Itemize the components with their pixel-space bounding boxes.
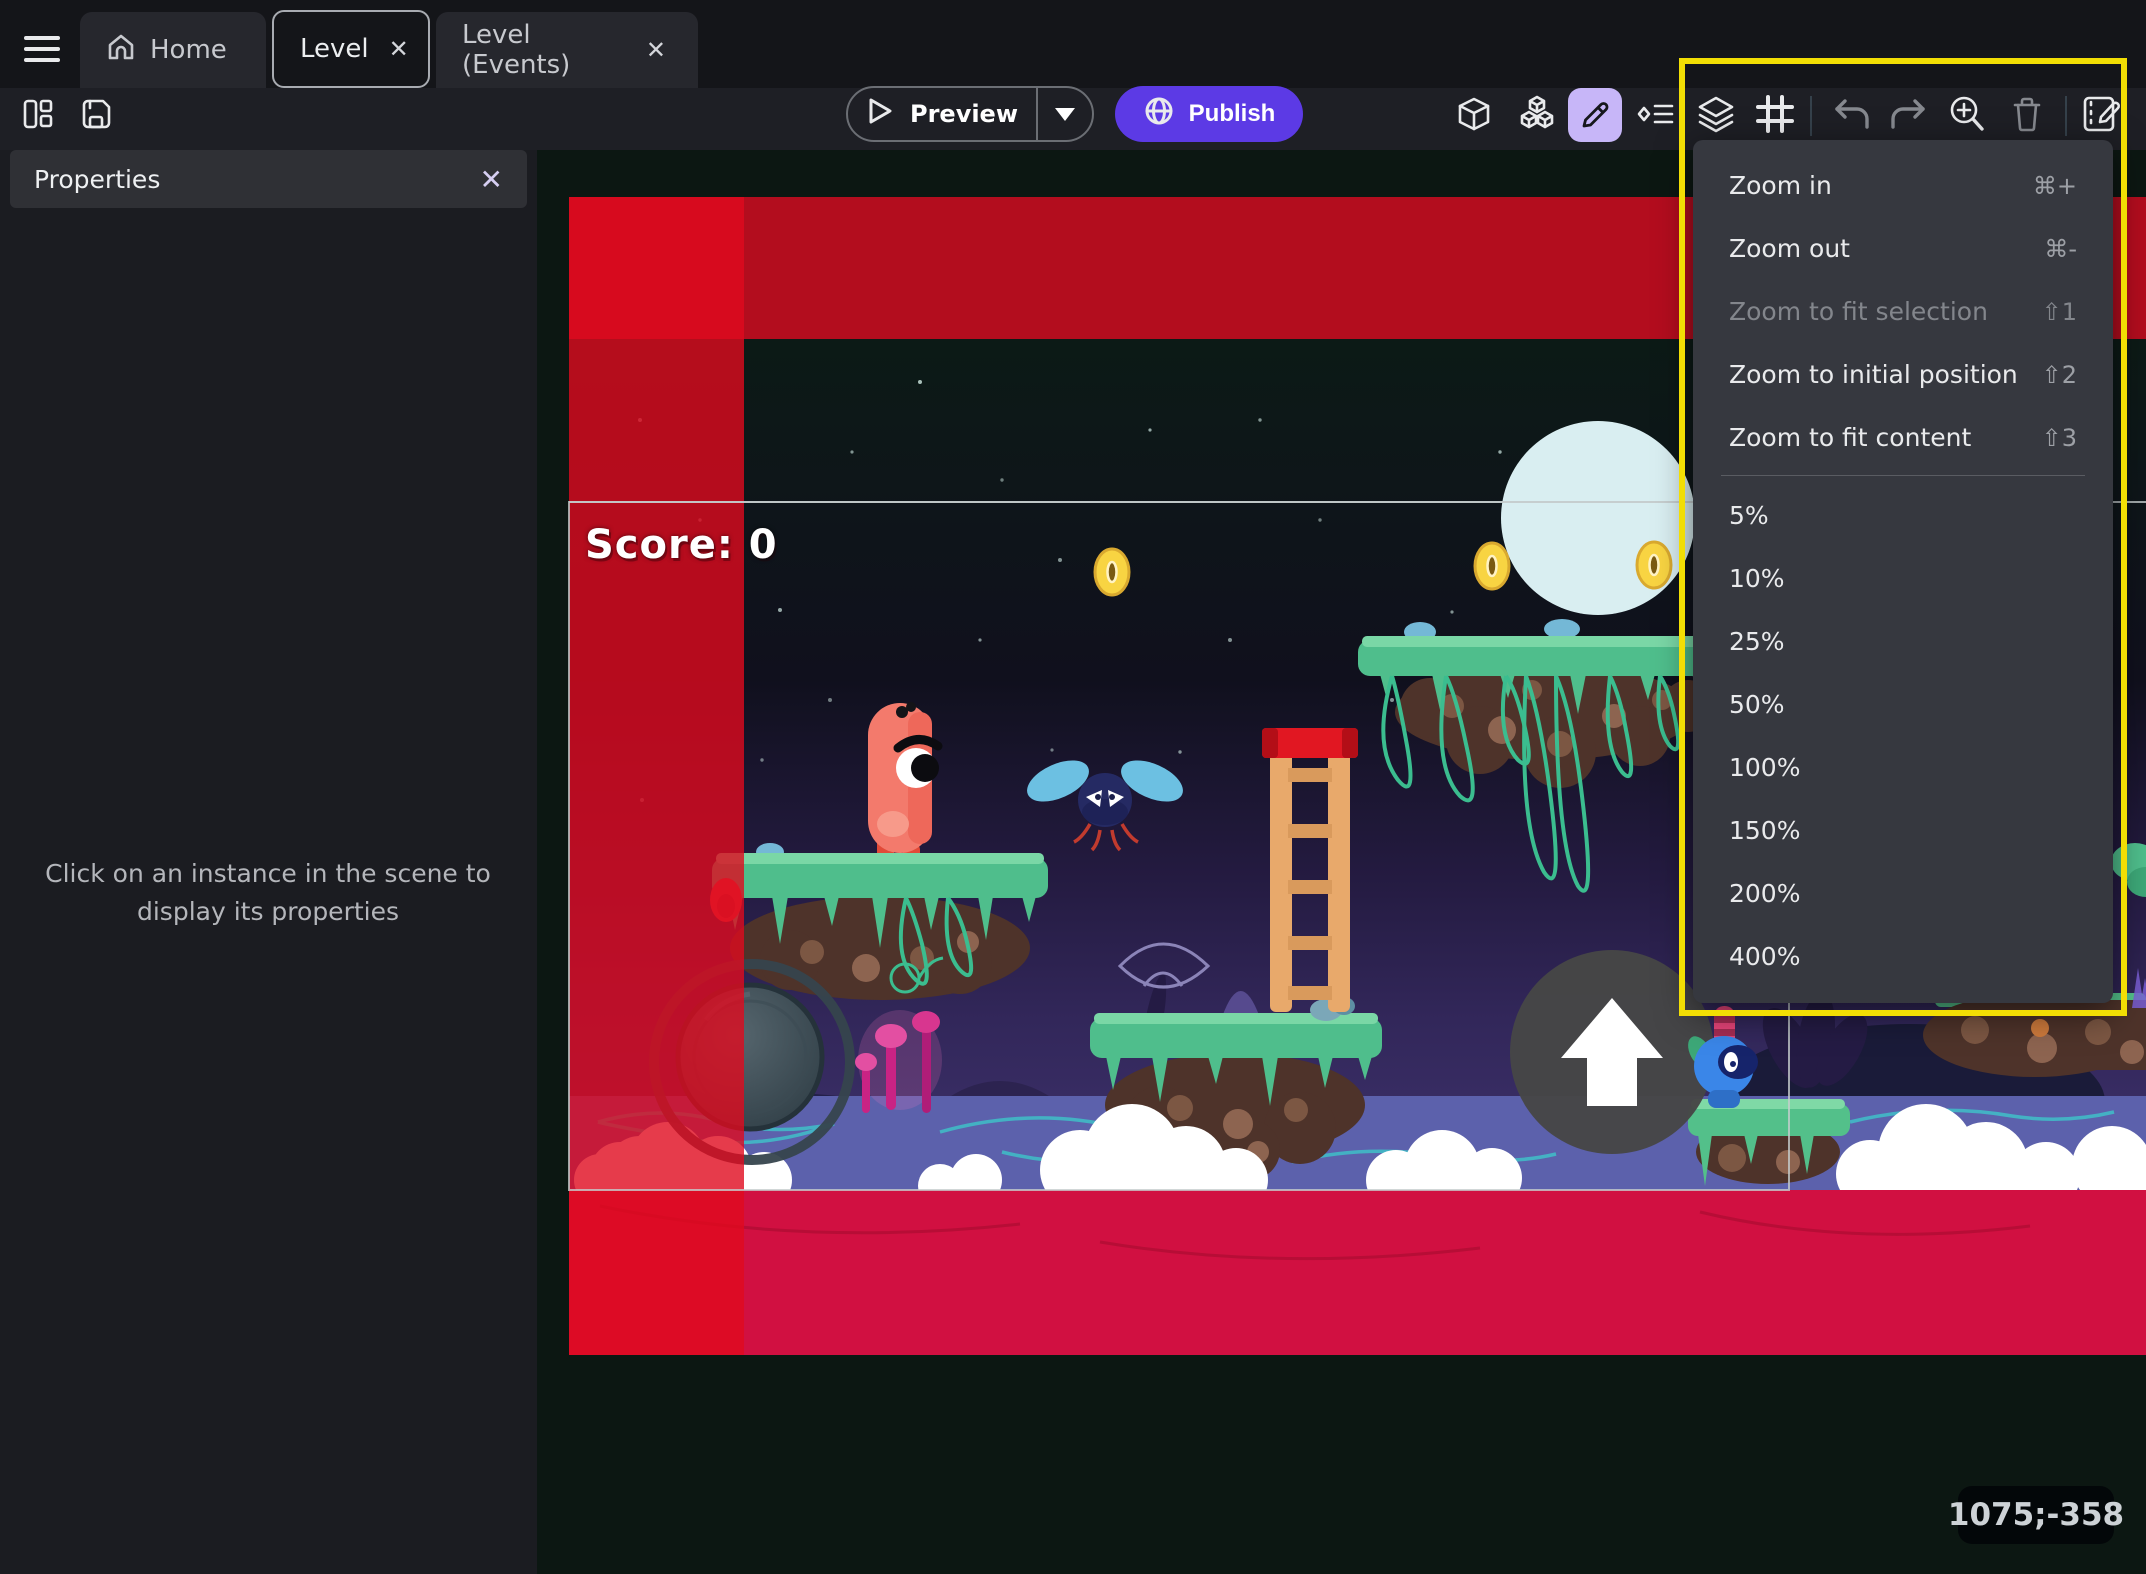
menu-separator: [1721, 475, 2085, 476]
home-icon: [106, 32, 136, 69]
preview-label: Preview: [909, 100, 1019, 128]
grid-button[interactable]: [1753, 92, 1797, 136]
zoom-dropdown-menu: Zoom in ⌘+ Zoom out ⌘- Zoom to fit selecti…: [1693, 140, 2113, 1003]
menu-item-zoom-fit-selection[interactable]: Zoom to fit selection ⇧1: [1693, 280, 2113, 343]
tab-close-icon[interactable]: ✕: [640, 34, 672, 66]
tab-bar: Home Level ✕ Level (Events) ✕: [0, 0, 2146, 88]
menu-item-zoom-25[interactable]: 25%: [1693, 610, 2113, 673]
cursor-coordinates-badge: 1075;-358: [1948, 1486, 2124, 1544]
globe-icon: [1143, 95, 1175, 134]
save-icon[interactable]: [74, 92, 118, 136]
menu-item-zoom-150[interactable]: 150%: [1693, 799, 2113, 862]
menu-item-zoom-in[interactable]: Zoom in ⌘+: [1693, 154, 2113, 217]
panel-title: Properties: [34, 164, 161, 194]
instances-list-button[interactable]: [1634, 92, 1678, 136]
objects-button[interactable]: [1515, 92, 1559, 136]
tab-label: Level (Events): [462, 20, 571, 80]
score-label: Score: 0: [585, 522, 778, 568]
tab-level-events[interactable]: Level (Events) ✕: [436, 12, 698, 88]
tab-label: Level: [300, 34, 369, 64]
menu-item-zoom-50[interactable]: 50%: [1693, 673, 2113, 736]
menu-item-zoom-out[interactable]: Zoom out ⌘-: [1693, 217, 2113, 280]
layers-button[interactable]: [1694, 92, 1738, 136]
preview-button[interactable]: Preview: [846, 86, 1094, 142]
redo-button[interactable]: [1886, 92, 1930, 136]
menu-item-zoom-initial-position[interactable]: Zoom to initial position ⇧2: [1693, 343, 2113, 406]
tab-level[interactable]: Level ✕: [272, 10, 430, 88]
toolbar-divider: [1810, 96, 1812, 136]
layout-panels-button[interactable]: [16, 92, 60, 136]
menu-item-zoom-10[interactable]: 10%: [1693, 547, 2113, 610]
delete-trash-button[interactable]: [2005, 92, 2049, 136]
menu-item-zoom-400[interactable]: 400%: [1693, 925, 2113, 988]
chevron-down-icon: [1055, 107, 1075, 121]
gdevelop-editor-window: Home Level ✕ Level (Events) ✕ Preview Pu…: [0, 0, 2146, 1574]
zoom-in-button[interactable]: [1945, 92, 1989, 136]
menu-item-zoom-200[interactable]: 200%: [1693, 862, 2113, 925]
tab-close-icon[interactable]: ✕: [383, 33, 415, 65]
menu-item-zoom-fit-content[interactable]: Zoom to fit content ⇧3: [1693, 406, 2113, 469]
toolbar-divider: [2065, 96, 2067, 136]
tab-home[interactable]: Home: [80, 12, 266, 88]
menu-item-zoom-100[interactable]: 100%: [1693, 736, 2113, 799]
preview-main[interactable]: Preview: [848, 88, 1036, 140]
tab-label: Home: [150, 35, 227, 65]
play-icon: [866, 96, 894, 132]
preview-dropdown-button[interactable]: [1038, 88, 1092, 140]
undo-button[interactable]: [1830, 92, 1874, 136]
3d-box-button[interactable]: [1452, 92, 1496, 136]
hamburger-menu-icon[interactable]: [24, 36, 60, 66]
panel-empty-message: Click on an instance in the scene to dis…: [45, 859, 491, 926]
properties-panel: Properties ✕ Click on an instance in the…: [0, 150, 537, 1574]
properties-panel-header: Properties ✕: [10, 150, 527, 208]
publish-button[interactable]: Publish: [1115, 86, 1303, 142]
menu-item-zoom-5[interactable]: 5%: [1693, 484, 2113, 547]
edit-mode-pencil-button[interactable]: [1568, 88, 1622, 142]
edit-scene-sheet-button[interactable]: [2080, 92, 2124, 136]
publish-label: Publish: [1188, 100, 1276, 127]
close-icon[interactable]: ✕: [480, 163, 503, 196]
